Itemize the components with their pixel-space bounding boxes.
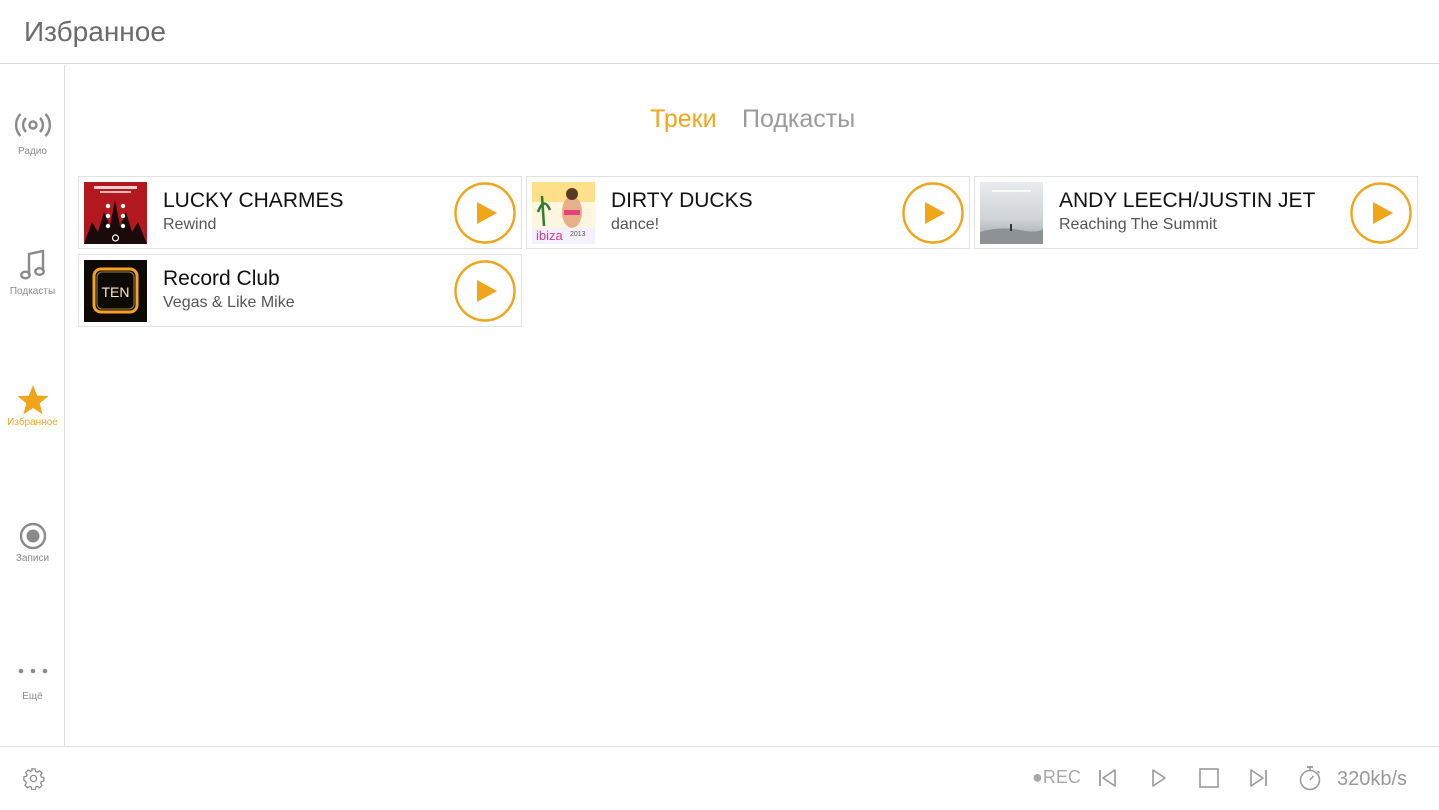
star-icon <box>0 380 65 420</box>
track-subtitle: Rewind <box>163 216 217 233</box>
page-title: Избранное <box>24 16 166 47</box>
player-bar: ●REC 320kb/s <box>0 746 1439 810</box>
radio-broadcast-icon <box>0 105 65 145</box>
album-cover: TEN <box>84 260 147 322</box>
sidebar-item-label: Избранное <box>7 417 58 428</box>
play-button[interactable] <box>454 260 516 322</box>
sidebar-item-label: Ещё <box>22 691 43 702</box>
previous-track-icon[interactable] <box>1098 767 1118 794</box>
sidebar-item-label: Записи <box>15 553 50 564</box>
bitrate-selector[interactable]: 320kb/s <box>1337 768 1407 791</box>
track-card[interactable]: LUCKY CHARMES Rewind <box>78 176 522 249</box>
play-button[interactable] <box>454 182 516 244</box>
sidebar-item-label: Подкасты <box>9 286 56 297</box>
album-cover <box>84 182 147 244</box>
tab-tracks[interactable]: Треки <box>650 105 717 134</box>
play-icon[interactable] <box>1150 767 1168 794</box>
album-cover: ibiza 2013 <box>532 182 595 244</box>
sidebar-item-recordings[interactable]: Записи <box>0 516 65 596</box>
play-icon <box>1350 182 1412 244</box>
track-subtitle: Vegas & Like Mike <box>163 294 295 311</box>
svg-text:2013: 2013 <box>570 231 586 238</box>
sidebar-item-podcasts[interactable]: Подкасты <box>0 245 65 325</box>
play-button[interactable] <box>902 182 964 244</box>
sleep-timer-icon[interactable] <box>1298 765 1322 796</box>
play-button[interactable] <box>1350 182 1412 244</box>
sidebar-item-radio[interactable]: Радио <box>0 105 65 185</box>
track-title: LUCKY CHARMES <box>163 189 344 212</box>
track-subtitle: dance! <box>611 216 660 233</box>
tab-podcasts[interactable]: Подкасты <box>742 105 855 134</box>
track-card[interactable]: ibiza 2013 DIRTY DUCKS dance! <box>526 176 970 249</box>
music-note-icon <box>0 245 65 285</box>
track-card[interactable]: TEN Record Club Vegas & Like Mike <box>78 254 522 327</box>
more-dots-icon <box>0 651 65 691</box>
sidebar-item-more[interactable]: Ещё <box>0 651 65 731</box>
stop-icon[interactable] <box>1198 767 1220 794</box>
cover-text: TEN <box>102 284 130 300</box>
album-cover <box>980 182 1043 244</box>
sidebar-nav: Радио Подкасты Избранное Записи Ещё <box>0 65 65 746</box>
settings-gear-icon[interactable] <box>22 767 45 795</box>
sidebar-item-label: Радио <box>18 146 47 157</box>
track-card[interactable]: ANDY LEECH/JUSTIN JET Reaching The Summi… <box>974 176 1418 249</box>
sidebar-item-favorites[interactable]: Избранное <box>0 380 65 460</box>
track-subtitle: Reaching The Summit <box>1059 216 1217 233</box>
record-button[interactable]: ●REC <box>1032 767 1081 788</box>
track-title: ANDY LEECH/JUSTIN JET <box>1059 189 1316 212</box>
track-title: Record Club <box>163 267 280 290</box>
play-icon <box>454 182 516 244</box>
play-icon <box>902 182 964 244</box>
next-track-icon[interactable] <box>1248 767 1268 794</box>
track-title: DIRTY DUCKS <box>611 189 753 212</box>
svg-text:ibiza: ibiza <box>536 228 564 243</box>
top-header: Избранное <box>0 0 1439 64</box>
record-icon <box>0 516 65 556</box>
play-icon <box>454 260 516 322</box>
